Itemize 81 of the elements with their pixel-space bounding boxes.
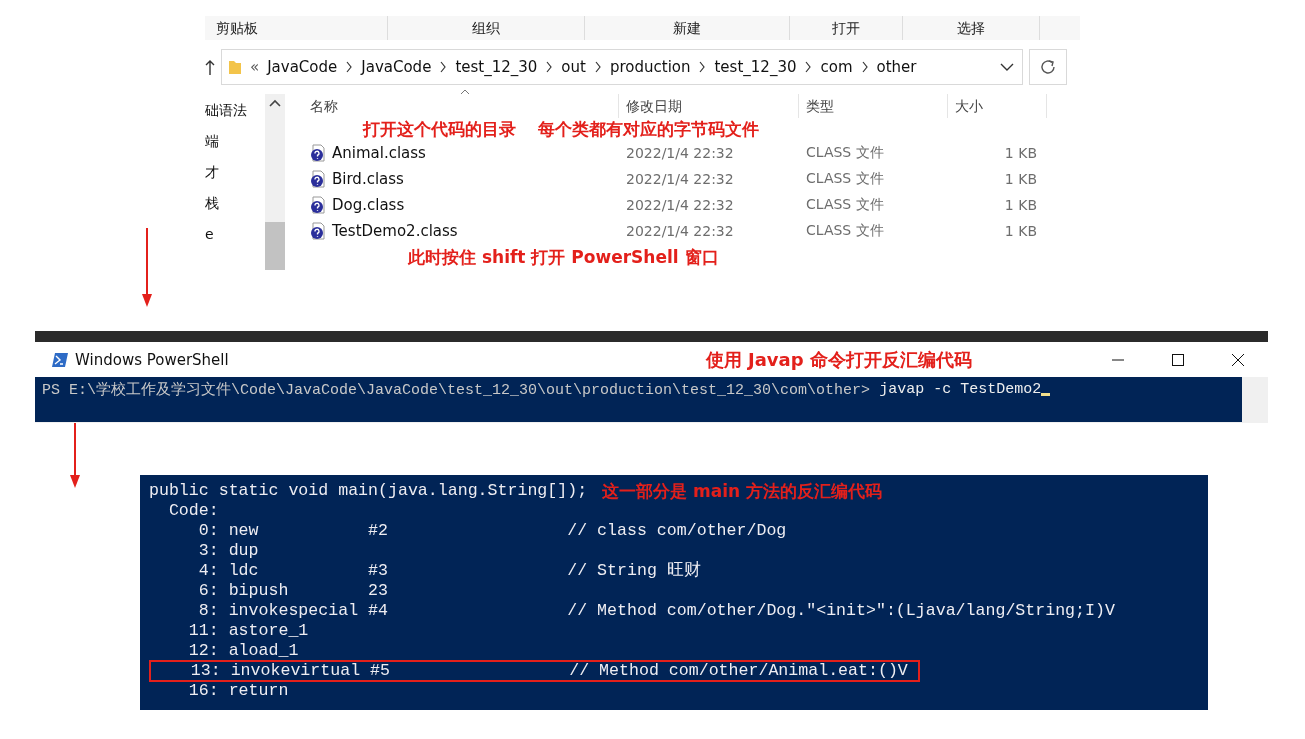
file-name[interactable]: Bird.class — [332, 170, 404, 188]
type-cell-text: CLASS 文件 — [805, 170, 885, 188]
refresh-icon — [1040, 59, 1056, 75]
chevron-right-icon — [804, 61, 813, 73]
breadcrumb-item[interactable]: out — [561, 58, 586, 76]
annotation-text: 打开这个代码的目录 — [363, 117, 516, 141]
code-line: 12: aload_1 — [187, 641, 299, 660]
class-file-icon — [310, 170, 326, 188]
chevron-right-icon — [860, 61, 869, 73]
maximize-icon — [1172, 353, 1184, 366]
code-line: 3: dup — [197, 541, 259, 560]
breadcrumb-item[interactable]: com — [820, 58, 853, 76]
class-file-icon — [310, 144, 326, 162]
text-cursor — [1041, 393, 1051, 396]
breadcrumb-item[interactable]: JavaCode — [361, 58, 432, 76]
overflow-crumb[interactable]: « — [250, 58, 260, 76]
column-header[interactable]: 大小 — [947, 94, 1047, 118]
breadcrumb-item[interactable]: test_12_30 — [714, 58, 797, 76]
type-cell-text: CLASS 文件 — [805, 222, 885, 240]
chevron-right-icon — [439, 61, 448, 73]
size-cell-text: 1 KB — [1003, 171, 1038, 187]
date-cell-text: 2022/1/4 22:32 — [625, 145, 735, 161]
date-cell-text: 2022/1/4 22:32 — [625, 197, 735, 213]
type-cell-text: CLASS 文件 — [805, 196, 885, 214]
annotation-text: 使用 Javap 命令打开反汇编代码 — [705, 347, 972, 372]
breadcrumb-item[interactable]: test_12_30 — [455, 58, 538, 76]
code-line: public static void main(java.lang.String[]); — [149, 481, 588, 501]
chevron-right-icon — [345, 61, 354, 73]
column-header[interactable]: 类型 — [798, 94, 947, 118]
ribbon-group-label: 选择 — [903, 16, 1040, 40]
class-file-icon — [310, 196, 326, 214]
file-name[interactable]: TestDemo2.class — [332, 222, 458, 240]
chevron-down-icon[interactable] — [1000, 62, 1014, 72]
file-name[interactable]: Dog.class — [332, 196, 405, 214]
caret-up-icon — [269, 99, 281, 107]
size-cell-text: 1 KB — [1003, 145, 1038, 161]
console-prompt: PS E:\学校工作及学习文件\Code\JavaCode\JavaCode\test_12_30\out\production\test_12_30\com\other> — [42, 380, 871, 399]
up-arrow-icon[interactable] — [205, 59, 215, 75]
ribbon-group-label: 组织 — [388, 16, 585, 40]
code-line: 8: invokespecial #4 // Method com/other/Dog."<init>":(Ljava/lang/String;I)V — [197, 601, 1115, 620]
file-name[interactable]: Animal.class — [332, 144, 426, 162]
class-file-icon — [310, 222, 326, 240]
breadcrumb-item[interactable]: production — [609, 58, 691, 76]
size-cell-text: 1 KB — [1003, 223, 1038, 239]
breadcrumb-item[interactable]: other — [876, 58, 917, 76]
type-cell-text: CLASS 文件 — [805, 144, 885, 162]
nav-item[interactable]: 栈 — [205, 194, 265, 225]
column-header[interactable]: 名称 — [295, 94, 618, 118]
nav-item[interactable]: 才 — [205, 163, 265, 194]
code-line: 16: return — [187, 681, 289, 700]
code-line: Code: — [167, 501, 219, 520]
code-line: 4: ldc #3 // String 旺财 — [197, 561, 701, 580]
code-line: 0: new #2 // class com/other/Dog — [197, 521, 787, 540]
chevron-right-icon — [593, 61, 602, 73]
scrollbar[interactable] — [265, 94, 285, 270]
ribbon-group-label: 剪贴板 — [205, 16, 388, 40]
code-line: 6: bipush 23 — [197, 581, 388, 600]
size-cell-text: 1 KB — [1003, 197, 1038, 213]
annotation-text: 此时按住 shift 打开 PowerShell 窗口 — [408, 246, 719, 269]
folder-icon — [228, 59, 242, 75]
chevron-right-icon — [545, 61, 554, 73]
ribbon-group-label: 新建 — [585, 16, 790, 40]
refresh-button[interactable] — [1029, 49, 1067, 85]
nav-item[interactable]: 础语法 — [205, 101, 265, 132]
sort-caret-icon — [460, 89, 470, 95]
ribbon-group-label: 打开 — [790, 16, 903, 40]
console-command: javap -c TestDemo2 — [879, 380, 1042, 398]
chevron-right-icon — [698, 61, 707, 73]
annotation-text: 这一部分是 main 方法的反汇编代码 — [602, 479, 883, 503]
code-line: 11: astore_1 — [187, 621, 309, 640]
column-header[interactable]: 修改日期 — [618, 94, 798, 118]
close-icon — [1232, 353, 1244, 366]
annotation-text: 每个类都有对应的字节码文件 — [538, 117, 759, 141]
date-cell-text: 2022/1/4 22:32 — [625, 223, 735, 239]
date-cell-text: 2022/1/4 22:32 — [625, 171, 735, 187]
powershell-icon — [51, 351, 69, 368]
address-bar[interactable]: « JavaCode JavaCode test_12_30 out production test_12_30 com other — [221, 49, 1023, 85]
nav-item[interactable]: 端 — [205, 132, 265, 163]
window-title: Windows PowerShell — [75, 350, 229, 369]
breadcrumb-item[interactable]: JavaCode — [267, 58, 338, 76]
nav-item[interactable]: e — [205, 225, 265, 256]
